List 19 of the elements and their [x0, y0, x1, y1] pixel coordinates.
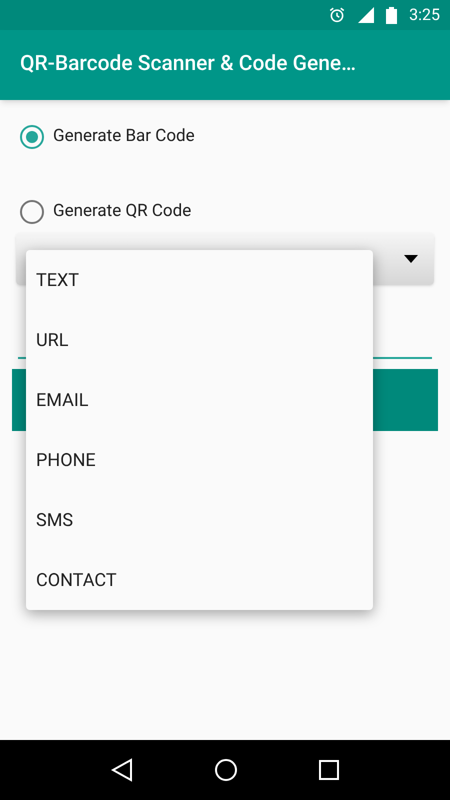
menu-item[interactable]: TEXT: [26, 250, 373, 310]
home-icon[interactable]: [214, 758, 238, 782]
dropdown-arrow-icon: [404, 255, 418, 263]
status-time: 3:25: [409, 4, 440, 26]
alarm-icon: [328, 6, 346, 24]
menu-item[interactable]: SMS: [26, 490, 373, 550]
menu-item[interactable]: URL: [26, 310, 373, 370]
signal-icon: [358, 7, 374, 23]
radio-button[interactable]: [20, 124, 44, 149]
radio-button[interactable]: [20, 200, 44, 224]
radio-option[interactable]: Generate QR Code: [20, 199, 192, 224]
app-title: QR-Barcode Scanner & Code Gene…: [20, 51, 356, 78]
menu-item[interactable]: CONTACT: [26, 550, 373, 610]
back-icon[interactable]: [110, 758, 133, 782]
menu-item[interactable]: PHONE: [26, 430, 373, 490]
overview-icon[interactable]: [319, 760, 340, 780]
battery-icon: [386, 6, 398, 24]
menu-item[interactable]: EMAIL: [26, 370, 373, 430]
radio-option[interactable]: Generate Bar Code: [20, 124, 195, 150]
